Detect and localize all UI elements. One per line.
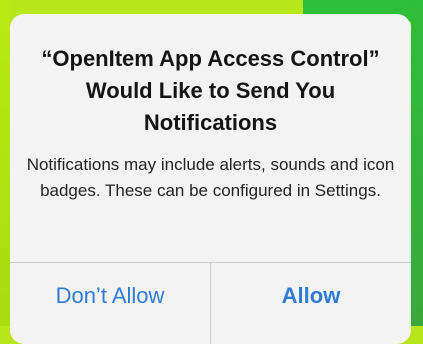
alert-message: Notifications may include alerts, sounds… — [26, 155, 395, 200]
allow-button[interactable]: Allow — [211, 263, 411, 329]
dont-allow-button[interactable]: Don’t Allow — [10, 263, 210, 329]
notification-permission-alert: “OpenItem App Access Control” Would Like… — [10, 14, 411, 344]
alert-title: “OpenItem App Access Control” Would Like… — [41, 46, 380, 135]
background-left-strip — [0, 0, 10, 326]
background-right-strip — [411, 0, 423, 326]
